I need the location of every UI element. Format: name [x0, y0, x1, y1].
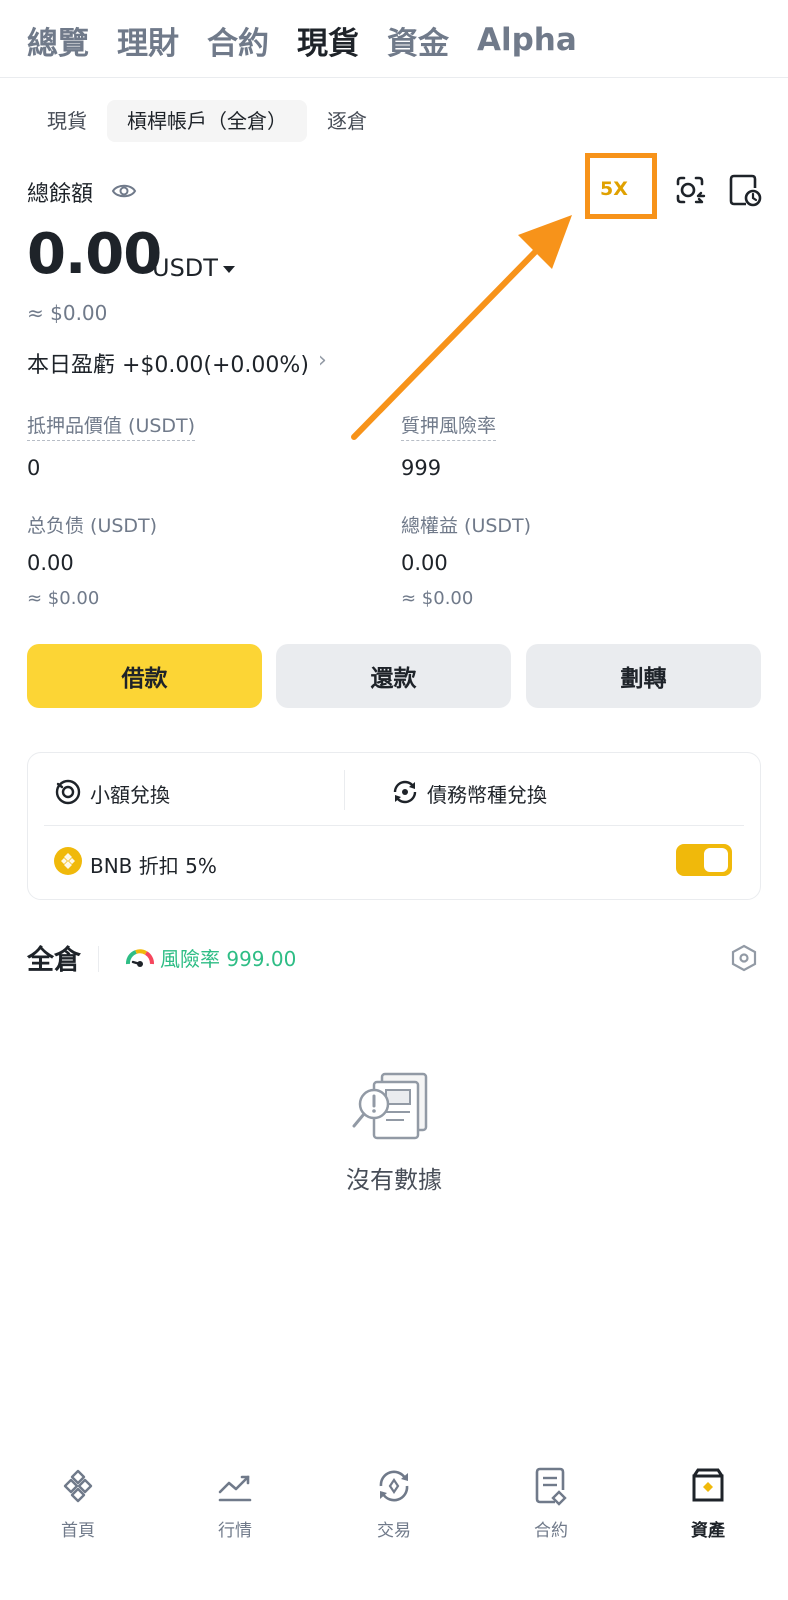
nav-home[interactable]: 首頁 [28, 1516, 128, 1541]
risk-ratio-value: 999 [401, 456, 442, 480]
debt-convert-icon [393, 780, 417, 804]
transfer-button[interactable]: 劃轉 [526, 644, 761, 708]
home-binance-icon[interactable] [60, 1468, 96, 1504]
no-data-icon [352, 1072, 428, 1140]
subtab-cross-margin[interactable]: 槓桿帳戶（全倉） [107, 100, 307, 142]
tab-alpha[interactable]: Alpha [477, 22, 577, 58]
markets-chart-icon[interactable] [217, 1468, 253, 1504]
risk-gauge-icon [126, 949, 154, 967]
risk-ratio-label[interactable]: 質押風險率 [401, 411, 497, 441]
currency-dropdown-icon[interactable] [223, 266, 235, 273]
nav-trade[interactable]: 交易 [344, 1516, 444, 1541]
nav-assets[interactable]: 資產 [658, 1516, 758, 1541]
tab-funding[interactable]: 資金 [387, 18, 449, 63]
repay-button[interactable]: 還款 [276, 644, 511, 708]
total-equity-approx: ≈ $0.00 [401, 588, 474, 609]
annotation-highlight-box [585, 153, 657, 219]
subtab-isolated[interactable]: 逐倉 [307, 100, 387, 142]
chevron-right-icon[interactable]: › [318, 348, 327, 373]
debt-convert-link[interactable]: 債務幣種兌換 [427, 779, 547, 808]
top-divider [0, 77, 788, 78]
daily-pnl[interactable]: 本日盈虧 +$0.00(+0.00%) [27, 347, 309, 379]
convert-camera-icon[interactable] [672, 172, 708, 208]
wallet-icon[interactable] [688, 1466, 728, 1506]
bnb-discount-toggle[interactable] [676, 844, 732, 876]
balance-currency[interactable]: USDT [152, 254, 218, 282]
history-icon[interactable] [726, 172, 762, 208]
top-tab-bar: 總覽 理財 合約 現貨 資金 Alpha [27, 14, 605, 66]
total-debt-approx: ≈ $0.00 [27, 588, 100, 609]
small-convert-link[interactable]: 小額兌換 [90, 779, 170, 808]
balance-amount: 0.00 [27, 222, 162, 287]
no-data-text: 沒有數據 [346, 1166, 442, 1194]
subtab-spot[interactable]: 現貨 [27, 100, 107, 142]
tab-spot[interactable]: 現貨 [297, 18, 359, 63]
card-divider-horizontal [44, 825, 744, 826]
balance-approx: ≈ $0.00 [27, 301, 108, 325]
total-debt-value: 0.00 [27, 551, 74, 575]
total-debt-label: 总负债 (USDT) [27, 515, 158, 537]
collateral-label[interactable]: 抵押品價值 (USDT) [27, 411, 196, 441]
settings-hexagon-icon[interactable] [729, 943, 759, 973]
nav-markets[interactable]: 行情 [185, 1516, 285, 1541]
bnb-icon [54, 847, 82, 875]
small-convert-icon [55, 779, 81, 805]
total-equity-label: 總權益 (USDT) [401, 515, 532, 537]
risk-rate-text: 風險率 999.00 [160, 947, 297, 971]
trade-icon[interactable] [374, 1466, 414, 1506]
collateral-value: 0 [27, 456, 41, 480]
toggle-knob [704, 848, 728, 872]
tab-futures[interactable]: 合約 [207, 18, 269, 63]
futures-doc-icon[interactable] [533, 1466, 569, 1506]
nav-futures[interactable]: 合約 [501, 1516, 601, 1541]
total-equity-value: 0.00 [401, 551, 448, 575]
sub-tab-bar: 現貨 槓桿帳戶（全倉） 逐倉 [27, 100, 387, 142]
eye-icon[interactable] [111, 180, 137, 202]
cross-section-title: 全倉 [27, 945, 81, 976]
card-divider-vertical [344, 770, 345, 810]
bnb-discount-label: BNB 折扣 5% [90, 854, 217, 878]
total-balance-label: 總餘額 [27, 182, 94, 207]
tab-earn[interactable]: 理財 [117, 18, 179, 63]
tab-overview[interactable]: 總覽 [27, 18, 89, 63]
cross-separator [98, 946, 99, 972]
borrow-button[interactable]: 借款 [27, 644, 262, 708]
